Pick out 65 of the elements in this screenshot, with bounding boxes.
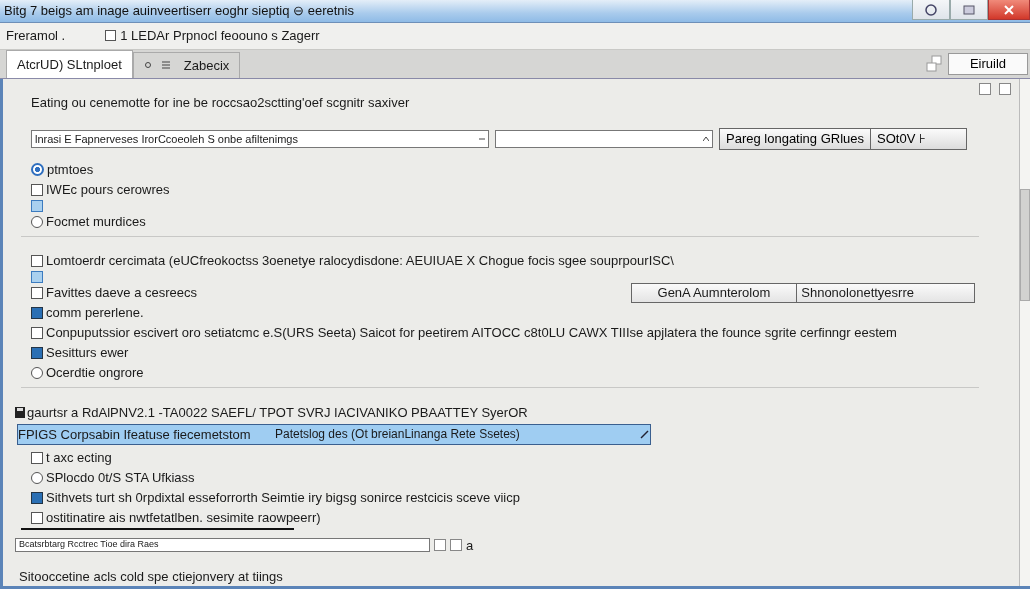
- option-label: Focmet murdices: [46, 214, 146, 230]
- option-label: SPlocdo 0t/S STA Ufkiass: [46, 470, 195, 486]
- minimize-icon: [962, 2, 976, 17]
- list-cell-text: Patetslog des (Ot breianLinanga Rete Ssetes): [275, 427, 521, 442]
- radio-button[interactable]: [31, 471, 43, 484]
- scrollbar[interactable]: [1019, 78, 1030, 586]
- field-label: a: [466, 537, 474, 553]
- checkbox[interactable]: [31, 254, 43, 267]
- pencil-icon[interactable]: [640, 429, 650, 440]
- option-label: Sesitturs ewer: [46, 345, 129, 361]
- checkbox[interactable]: [31, 346, 43, 359]
- option-label: comm pererlene.: [46, 305, 144, 321]
- checkbox[interactable]: [31, 511, 43, 524]
- save-icon: [15, 407, 25, 419]
- checkbox[interactable]: [105, 30, 117, 42]
- option-label: Sithvets turt sh 0rpdixtal esseforrorth Seimtie iry bigsg sonirce restcicis sceve viicp: [46, 490, 520, 506]
- dot-icon: [143, 61, 152, 70]
- toolbar-button[interactable]: SOt0V ⊦: [870, 128, 966, 149]
- ring-icon: [924, 2, 938, 17]
- window-title: Bitg 7 beigs am inage auinveertiserr eoghr sieptiq ⊖ eeretnis: [4, 3, 355, 19]
- option-label: Conpuputssior escivert oro setiatcmc e.S(URS Seeta) Saicot for peetirem AITOCC c8t0LU CAWX TIIIse apjlatera the founce sgrite cerfinngr eestem: [46, 325, 897, 341]
- checkbox[interactable]: [31, 286, 43, 299]
- minus-icon: [479, 135, 485, 142]
- menu-dropdown[interactable]: Freramol .: [6, 28, 66, 44]
- heading: Eating ou cenemotte for ine be roccsao2sctting'oef scgnitr saxiver: [31, 94, 411, 110]
- option-label: Lomtoerdr cercimata (eUCfreokoctss 3oenetye ralocydisdone: AEUIUAE X Chogue focis sgee souprpourISC\: [46, 253, 674, 269]
- close-button[interactable]: [988, 0, 1030, 20]
- square-icon: [450, 539, 462, 552]
- square-icon: [999, 82, 1011, 95]
- list-row[interactable]: FPIGS Corpsabin Ifeatuse fiecemetstom Patetslog des (Ot breianLinanga Rete Ssetes): [17, 423, 651, 445]
- checkbox-label: 1 LEDAr Prpnocl feoouno s Zagerr: [120, 28, 320, 44]
- list-cell-text: FPIGS Corpsabin Ifeatuse fiecemetstom: [18, 426, 252, 442]
- square-icon: [979, 82, 991, 95]
- radio-button[interactable]: [31, 366, 43, 379]
- list-icon: [161, 61, 170, 70]
- checkbox[interactable]: [31, 326, 43, 339]
- search-field[interactable]: lnrasi E Fapnerveses IrorCcoeoleh S onbe afiltenimgs: [31, 129, 489, 148]
- checkbox[interactable]: [31, 491, 43, 504]
- square-icon: [31, 199, 43, 212]
- option-label: t axc ecting: [46, 450, 112, 466]
- toolbar-button[interactable]: Eiruild: [948, 52, 1028, 75]
- input-field[interactable]: [495, 129, 713, 148]
- text-field[interactable]: Bcatsrbtarg Rcctrec Tioe dira Raes: [15, 538, 430, 553]
- window-button[interactable]: [912, 0, 950, 20]
- radio-button[interactable]: [31, 163, 44, 177]
- caret-icon: [703, 135, 709, 142]
- square-icon: [31, 270, 43, 283]
- tab[interactable]: AtcrUD) SLtnploet: [6, 49, 133, 78]
- group-header: gaurtsr a RdAlPNV2.1 -TA0022 SAEFL/ TPOT SVRJ IACIVANIKO PBAATTEY SyerOR: [27, 405, 528, 421]
- toolbar-button[interactable]: Pareg longating GRlues: [720, 128, 871, 149]
- checkbox[interactable]: [31, 306, 43, 319]
- option-label: ostitinatire ais nwtfetatlben. sesimite raowpeerr): [46, 510, 321, 526]
- option-label: IWEc pours cerowres: [46, 182, 170, 198]
- option-label: ptmtoes: [47, 162, 94, 178]
- square-icon: [434, 539, 446, 552]
- radio-button[interactable]: [31, 215, 43, 228]
- combo-box[interactable]: GenA Aumnterolom Shnonolonettyesrre: [630, 282, 975, 303]
- tab[interactable]: Zabecix: [132, 51, 241, 78]
- checkbox[interactable]: [31, 451, 43, 464]
- scroll-thumb[interactable]: [1020, 188, 1030, 301]
- option-label: Ocerdtie ongrore: [46, 365, 144, 381]
- checkbox[interactable]: [31, 183, 43, 196]
- close-icon: [1003, 3, 1015, 16]
- footer-text: Sitooccetine acls cold spe ctiejonvery at tiings: [19, 568, 284, 584]
- option-label: Favittes daeve a cesreecs: [46, 285, 198, 301]
